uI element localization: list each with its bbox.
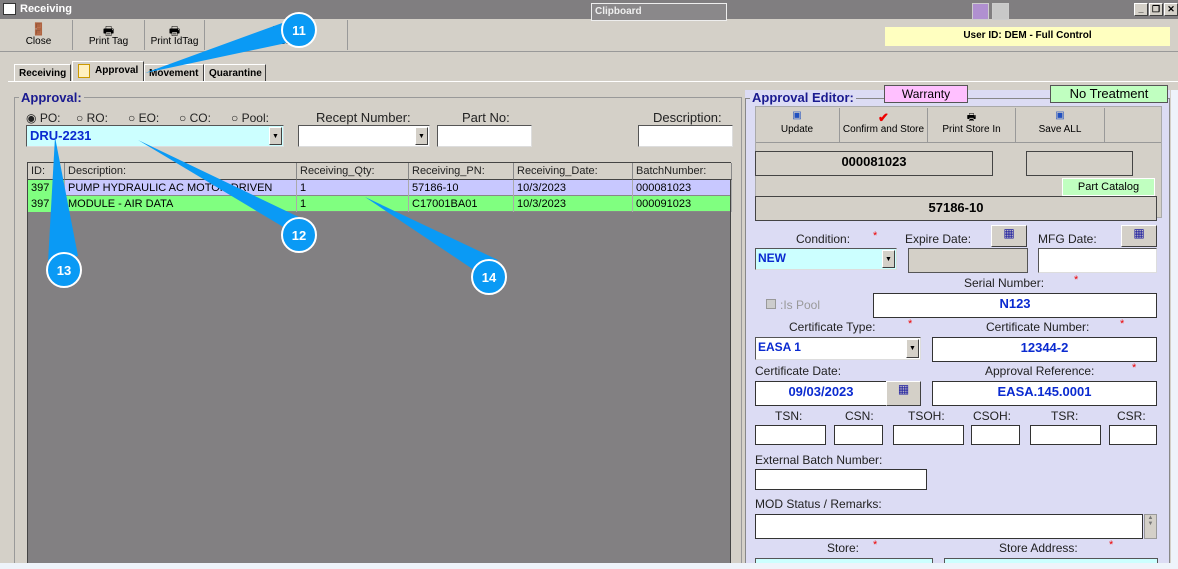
callout-13: 13 — [46, 137, 82, 288]
callout-12: 12 — [138, 140, 317, 253]
svg-text:11: 11 — [292, 23, 306, 38]
svg-text:13: 13 — [57, 263, 71, 278]
callout-layer: 11 12 13 14 — [46, 12, 507, 295]
callout-14: 14 — [365, 197, 507, 295]
svg-text:12: 12 — [292, 228, 306, 243]
callout-11: 11 — [145, 12, 317, 73]
svg-text:14: 14 — [482, 270, 497, 285]
